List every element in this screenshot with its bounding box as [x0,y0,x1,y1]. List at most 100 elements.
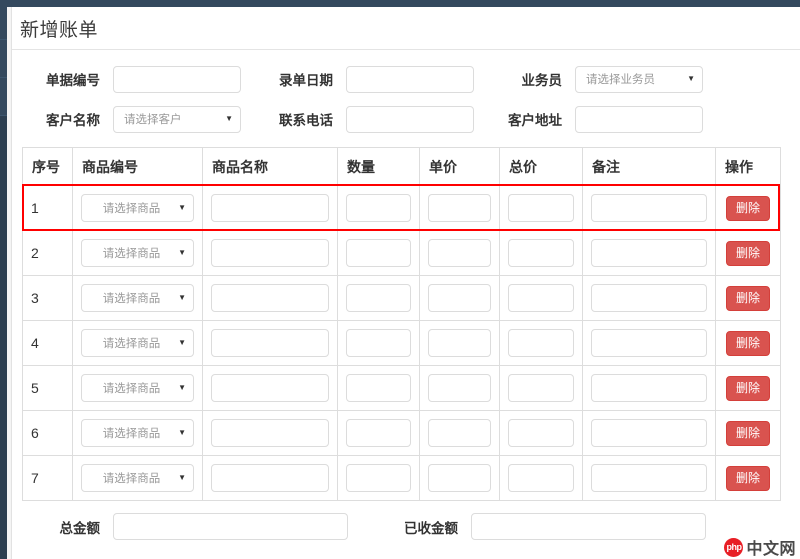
sidebar-sliver[interactable] [0,0,7,559]
note-cell [582,365,716,411]
price-input[interactable] [428,239,491,267]
product-code-select[interactable]: 请选择商品 ▼ [81,464,194,492]
price-input[interactable] [428,284,491,312]
product-code-select[interactable]: 请选择商品 ▼ [81,419,194,447]
total-cell [499,410,583,456]
chevron-down-icon: ▼ [687,74,695,83]
delete-row-button[interactable]: 删除 [725,240,770,266]
site-watermark: php 中文网 [724,535,796,559]
price-input[interactable] [428,374,491,402]
delete-row-button[interactable]: 删除 [725,420,770,446]
qty-input[interactable] [346,329,411,357]
total-cell [499,230,583,276]
product-code-cell: 请选择商品 ▼ [72,365,203,411]
chevron-down-icon: ▼ [178,203,186,212]
product-name-input[interactable] [211,194,329,222]
product-name-input[interactable] [211,374,329,402]
row-index-cell: 7 [22,455,73,501]
label-salesperson: 业务员 [521,73,563,88]
entry-date-input[interactable] [346,65,474,93]
customer-address-input[interactable] [575,105,703,133]
product-code-select[interactable]: 请选择商品 ▼ [81,374,194,402]
qty-input[interactable] [346,419,411,447]
delete-row-button[interactable]: 删除 [725,375,770,401]
qty-cell [337,185,420,231]
product-name-input[interactable] [211,464,329,492]
total-input[interactable] [508,284,574,312]
note-input[interactable] [591,284,707,312]
product-name-input[interactable] [211,419,329,447]
product-code-select-value: 请选择商品 [102,203,161,215]
qty-input[interactable] [346,239,411,267]
product-code-select[interactable]: 请选择商品 ▼ [81,194,194,222]
note-input[interactable] [591,329,707,357]
col-header-total: 总价 [499,147,583,186]
field-group-doc-no: 单据编号 [12,65,241,93]
delete-row-button[interactable]: 删除 [725,285,770,311]
action-cell: 删除 [715,365,781,411]
product-name-cell [202,275,338,321]
action-cell: 删除 [715,185,781,231]
price-input[interactable] [428,419,491,447]
note-input[interactable] [591,194,707,222]
chevron-down-icon: ▼ [225,114,233,123]
php-logo-icon: php [724,537,744,557]
col-header-product-name: 商品名称 [202,147,338,186]
delete-row-button[interactable]: 删除 [725,330,770,356]
price-input[interactable] [428,464,491,492]
product-code-select[interactable]: 请选择商品 ▼ [81,239,194,267]
note-input[interactable] [591,239,707,267]
price-input[interactable] [428,329,491,357]
price-cell [419,320,500,366]
action-cell: 删除 [715,320,781,366]
total-input[interactable] [508,194,574,222]
qty-input[interactable] [346,464,411,492]
qty-input[interactable] [346,194,411,222]
customer-name-select-value: 请选择客户 [124,114,182,126]
total-input[interactable] [508,374,574,402]
contact-phone-input[interactable] [346,105,474,133]
delete-row-button[interactable]: 删除 [725,465,770,491]
doc-no-input[interactable] [113,65,241,93]
price-cell [419,365,500,411]
qty-input[interactable] [346,284,411,312]
total-cell [499,275,583,321]
product-name-input[interactable] [211,239,329,267]
salesperson-select[interactable]: 请选择业务员 ▼ [575,65,703,93]
note-cell [582,410,716,456]
total-cell [499,185,583,231]
total-amount-input[interactable] [113,513,348,540]
product-code-select-value: 请选择商品 [102,248,161,260]
product-code-select[interactable]: 请选择商品 ▼ [81,284,194,312]
product-name-cell [202,320,338,366]
qty-input[interactable] [346,374,411,402]
total-input[interactable] [508,239,574,267]
totals-row: 总金额 已收金额 [12,513,800,540]
sidebar-segment[interactable] [0,0,7,40]
product-code-select-value: 请选择商品 [102,293,161,305]
form-row-2: 客户名称 请选择客户 ▼ 联系电话 客户地址 [12,99,800,139]
note-input[interactable] [591,419,707,447]
product-name-input[interactable] [211,329,329,357]
chevron-down-icon: ▼ [178,428,186,437]
note-input[interactable] [591,374,707,402]
table-row: 5 请选择商品 ▼ 删除 [22,365,781,411]
note-input[interactable] [591,464,707,492]
total-input[interactable] [508,464,574,492]
received-amount-input[interactable] [471,513,706,540]
total-input[interactable] [508,419,574,447]
price-input[interactable] [428,194,491,222]
product-code-select-value: 请选择商品 [102,428,161,440]
salesperson-select-value: 请选择业务员 [586,74,655,86]
product-name-input[interactable] [211,284,329,312]
row-index-cell: 4 [22,320,73,366]
admin-topbar [0,0,800,7]
sidebar-segment[interactable] [0,40,7,78]
customer-name-select[interactable]: 请选择客户 ▼ [113,105,241,133]
total-input[interactable] [508,329,574,357]
sidebar-segment[interactable] [0,78,7,116]
delete-row-button[interactable]: 删除 [725,195,770,221]
product-code-select[interactable]: 请选择商品 ▼ [81,329,194,357]
qty-cell [337,365,420,411]
product-code-select-value: 请选择商品 [102,338,161,350]
